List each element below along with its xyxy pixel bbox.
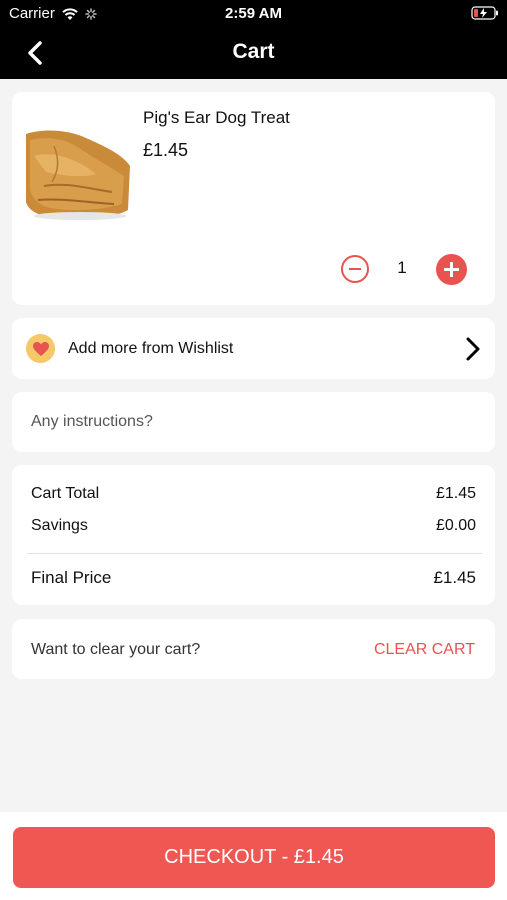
increase-quantity-button[interactable]: [436, 254, 467, 285]
quantity-value: 1: [397, 258, 407, 277]
product-name: Pig's Ear Dog Treat: [143, 108, 290, 127]
final-price-value: £1.45: [433, 568, 476, 587]
top-bar: Carrier 2:59 AM Cart: [0, 0, 507, 79]
clear-cart-button[interactable]: CLEAR CART: [374, 641, 475, 659]
summary-divider: [27, 553, 482, 554]
cart-total-row: Cart Total £1.45: [31, 485, 476, 503]
cart-item-card: Pig's Ear Dog Treat £1.45 1: [12, 92, 495, 305]
cart-total-label: Cart Total: [31, 485, 100, 502]
checkout-footer: CHECKOUT - £1.45: [0, 812, 507, 900]
final-price-row: Final Price £1.45: [31, 568, 476, 588]
order-summary-card: Cart Total £1.45 Savings £0.00 Final Pri…: [12, 465, 495, 605]
status-time: 2:59 AM: [225, 5, 282, 22]
wishlist-label: Add more from Wishlist: [68, 340, 234, 357]
savings-value: £0.00: [435, 517, 476, 534]
instructions-card: [12, 392, 495, 452]
nav-bar: Cart: [0, 28, 507, 79]
status-bar: Carrier 2:59 AM: [0, 0, 507, 28]
battery-charging-icon: [471, 6, 498, 20]
pig-ear-treat-image: [24, 126, 132, 222]
savings-label: Savings: [31, 517, 88, 534]
clear-cart-card: Want to clear your cart? CLEAR CART: [12, 619, 495, 679]
decrease-quantity-button[interactable]: [341, 255, 369, 283]
product-price: £1.45: [143, 140, 189, 160]
final-price-label: Final Price: [31, 568, 112, 587]
add-from-wishlist-row[interactable]: Add more from Wishlist: [12, 318, 495, 379]
clear-cart-prompt: Want to clear your cart?: [31, 641, 201, 658]
page-title: Cart: [232, 40, 275, 63]
checkout-button[interactable]: CHECKOUT - £1.45: [13, 827, 495, 888]
chevron-right-icon: [466, 337, 480, 361]
cart-total-value: £1.45: [435, 485, 476, 502]
instructions-input[interactable]: [31, 392, 481, 452]
savings-row: Savings £0.00: [31, 517, 476, 535]
heart-icon: [26, 334, 55, 363]
